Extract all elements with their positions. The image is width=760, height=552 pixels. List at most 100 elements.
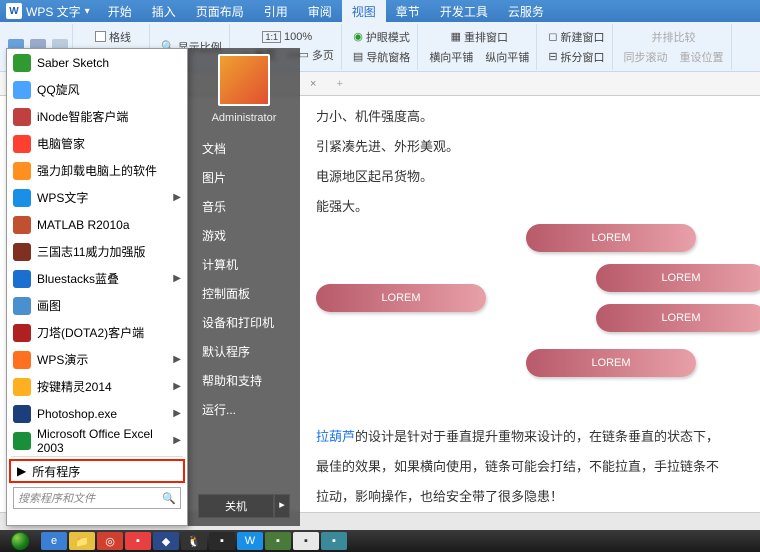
start-item[interactable]: 三国志11威力加强版 xyxy=(7,238,187,265)
taskbar-app-icon[interactable]: ▪ xyxy=(265,532,291,550)
start-item[interactable]: iNode智能客户端 xyxy=(7,103,187,130)
app-icon xyxy=(13,162,31,180)
start-item[interactable]: QQ旋风 xyxy=(7,76,187,103)
new-window[interactable]: ◻新建窗口 xyxy=(545,27,607,47)
start-right-item[interactable]: 设备和打印机 xyxy=(188,308,300,337)
start-item[interactable]: WPS文字 ▶ xyxy=(7,184,187,211)
shutdown-button[interactable]: 关机 xyxy=(198,494,274,518)
start-item[interactable]: 强力卸载电脑上的软件 xyxy=(7,157,187,184)
tab-view[interactable]: 视图 xyxy=(342,0,386,23)
start-item[interactable]: Microsoft Office Excel 2003▶ xyxy=(7,427,187,454)
taskbar-ie-icon[interactable]: e xyxy=(41,532,67,550)
start-item[interactable]: Saber Sketch xyxy=(7,49,187,76)
pill-node: LOREM xyxy=(596,304,760,332)
nav-pane[interactable]: ▤导航窗格 xyxy=(350,47,413,67)
start-right-item[interactable]: 运行... xyxy=(188,395,300,424)
search-input[interactable]: 搜索程序和文件 🔍 xyxy=(13,487,181,509)
start-menu-left: Saber Sketch QQ旋风 iNode智能客户端电脑管家强力卸载电脑上的软件… xyxy=(6,48,188,526)
tab-dev[interactable]: 开发工具 xyxy=(430,0,498,23)
tab-layout[interactable]: 页面布局 xyxy=(186,0,254,23)
start-menu-right: Administrator 文档图片音乐游戏计算机控制面板设备和打印机默认程序帮… xyxy=(188,48,300,526)
chevron-right-icon: ▶ xyxy=(173,354,181,365)
start-item-label: Bluestacks蓝叠 xyxy=(37,270,119,287)
app-icon xyxy=(13,81,31,99)
start-item-label: QQ旋风 xyxy=(37,81,80,98)
start-item[interactable]: Photoshop.exe▶ xyxy=(7,400,187,427)
app-icon xyxy=(13,270,31,288)
zoom-100[interactable]: 1:1100% xyxy=(259,29,315,45)
start-item-label: 电脑管家 xyxy=(37,135,85,152)
app-icon xyxy=(13,405,31,423)
shutdown-area: 关机 ▸ xyxy=(198,494,290,518)
app-icon xyxy=(13,351,31,369)
doc-line: 力小、机件强度高。 xyxy=(316,104,744,130)
taskbar-app-icon[interactable]: ◆ xyxy=(153,532,179,550)
rearrange[interactable]: ▦重排窗口 xyxy=(448,27,511,47)
taskbar-app-icon[interactable]: ▪ xyxy=(293,532,319,550)
tab-ref[interactable]: 引用 xyxy=(254,0,298,23)
start-right-item[interactable]: 图片 xyxy=(188,163,300,192)
doc-para: 最佳的效果，如果横向使用，链条可能会打结，不能拉直，手拉链条不 xyxy=(316,454,744,480)
title-dropdown-icon[interactable]: ▾ xyxy=(85,6,90,17)
ribbon-tabs: 开始 插入 页面布局 引用 审阅 视图 章节 开发工具 云服务 xyxy=(98,0,554,23)
add-tab-icon[interactable]: + xyxy=(336,78,342,90)
start-right-item[interactable]: 默认程序 xyxy=(188,337,300,366)
tab-review[interactable]: 审阅 xyxy=(298,0,342,23)
start-item[interactable]: Bluestacks蓝叠 ▶ xyxy=(7,265,187,292)
start-item[interactable]: MATLAB R2010a xyxy=(7,211,187,238)
shield-icon: ◉ xyxy=(353,30,363,43)
start-item[interactable]: 电脑管家 xyxy=(7,130,187,157)
doc-link[interactable]: 拉葫芦 xyxy=(316,429,355,444)
start-item[interactable]: 刀塔(DOTA2)客户端 xyxy=(7,319,187,346)
app-icon: W xyxy=(6,3,22,19)
taskbar-app-icon[interactable]: ◎ xyxy=(97,532,123,550)
start-right-item[interactable]: 音乐 xyxy=(188,192,300,221)
all-programs[interactable]: ▶ 所有程序 xyxy=(9,459,185,483)
guard-mode[interactable]: ◉护眼模式 xyxy=(350,27,413,47)
taskbar-qq-icon[interactable]: 🐧 xyxy=(181,532,207,550)
start-button[interactable] xyxy=(0,530,40,552)
taskbar-app-icon[interactable]: ▪ xyxy=(209,532,235,550)
start-item-label: WPS文字 xyxy=(37,189,88,206)
taskbar-app-icon[interactable]: ▪ xyxy=(321,532,347,550)
taskbar-explorer-icon[interactable]: 📁 xyxy=(69,532,95,550)
start-item[interactable]: 画图 xyxy=(7,292,187,319)
start-item[interactable]: 按键精灵2014▶ xyxy=(7,373,187,400)
chevron-right-icon: ▶ xyxy=(173,273,181,284)
start-item[interactable]: WPS演示▶ xyxy=(7,346,187,373)
chk-gridlines[interactable]: 格线 xyxy=(92,27,134,47)
pill-node: LOREM xyxy=(526,349,696,377)
doc-para: 拉葫芦的设计是针对于垂直提升重物来设计的，在链条垂直的状态下， xyxy=(316,424,744,450)
app-icon xyxy=(13,189,31,207)
chevron-right-icon: ▶ xyxy=(173,192,181,203)
tab-start[interactable]: 开始 xyxy=(98,0,142,23)
app-icon xyxy=(13,108,31,126)
newwin-icon: ◻ xyxy=(548,30,557,43)
vsplit[interactable]: 纵向平铺 xyxy=(482,47,532,67)
pill-node: LOREM xyxy=(526,224,696,252)
app-icon xyxy=(13,216,31,234)
start-right-item[interactable]: 游戏 xyxy=(188,221,300,250)
start-item-label: Microsoft Office Excel 2003 xyxy=(37,427,167,455)
start-right-item[interactable]: 控制面板 xyxy=(188,279,300,308)
split-window[interactable]: ⊟拆分窗口 xyxy=(545,47,607,67)
document-area: 力小、机件强度高。 引紧凑先进、外形美观。 电源地区起吊货物。 能强大。 LOR… xyxy=(300,96,760,530)
start-right-item[interactable]: 帮助和支持 xyxy=(188,366,300,395)
navpane-icon: ▤ xyxy=(353,50,363,63)
tab-chapter[interactable]: 章节 xyxy=(386,0,430,23)
shutdown-menu-icon[interactable]: ▸ xyxy=(274,494,290,518)
all-programs-label: 所有程序 xyxy=(32,463,80,480)
user-avatar[interactable] xyxy=(218,54,270,106)
taskbar-wps-icon[interactable]: W xyxy=(237,532,263,550)
search-icon[interactable]: 🔍 xyxy=(162,492,176,505)
tab-cloud[interactable]: 云服务 xyxy=(498,0,554,23)
start-right-item[interactable]: 文档 xyxy=(188,134,300,163)
start-item-label: Photoshop.exe xyxy=(37,407,117,421)
tab-insert[interactable]: 插入 xyxy=(142,0,186,23)
start-right-item[interactable]: 计算机 xyxy=(188,250,300,279)
pill-node: LOREM xyxy=(596,264,760,292)
start-item-label: MATLAB R2010a xyxy=(37,218,130,232)
taskbar-app-icon[interactable]: ▪ xyxy=(125,532,151,550)
hsplit[interactable]: 横向平铺 xyxy=(426,47,476,67)
close-tab-icon[interactable]: × xyxy=(310,78,316,90)
